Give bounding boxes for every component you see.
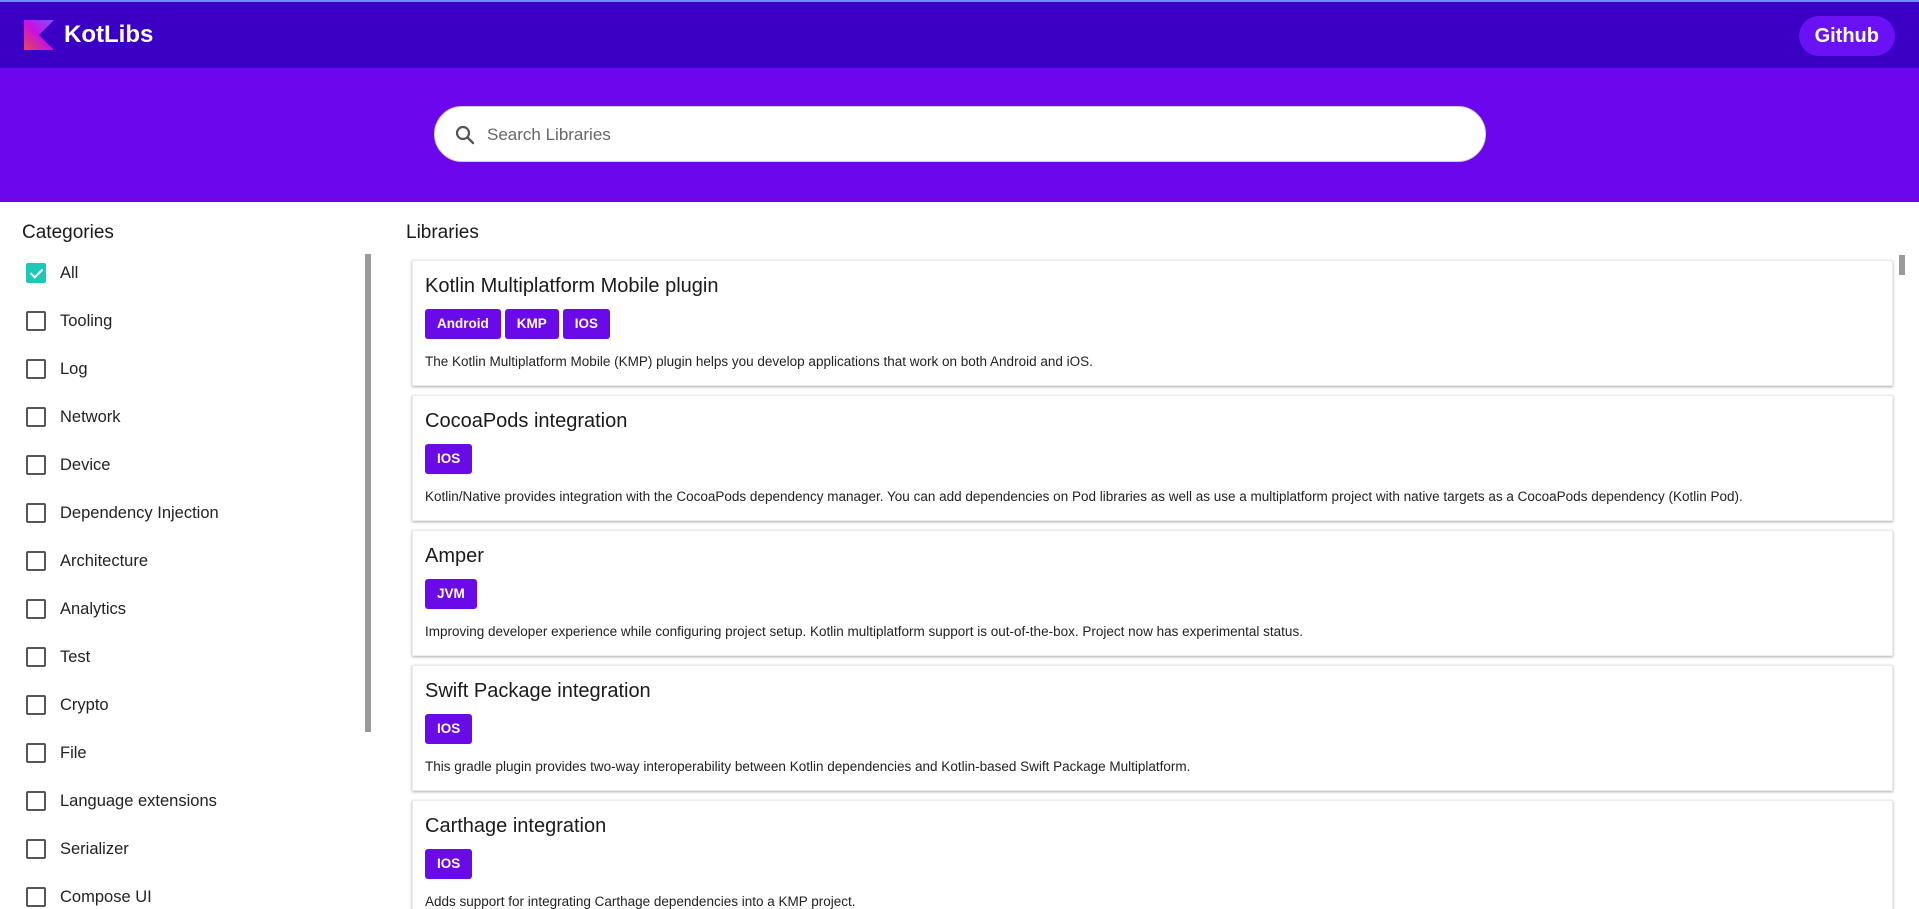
category-checkbox[interactable] xyxy=(26,311,46,331)
library-tags: IOS xyxy=(425,849,473,879)
category-label: Tooling xyxy=(60,312,113,330)
platform-tag: IOS xyxy=(425,444,473,474)
library-description: This gradle plugin provides two-way inte… xyxy=(425,759,1191,774)
libraries-scrollbar[interactable] xyxy=(1899,255,1905,275)
category-checkbox[interactable] xyxy=(26,887,46,907)
category-checkbox[interactable] xyxy=(26,407,46,427)
github-button[interactable]: Github xyxy=(1798,16,1895,56)
category-item-architecture[interactable]: Architecture xyxy=(24,546,344,576)
categories-sidebar: Categories All Tooling Log Network Device Dep… xyxy=(0,202,380,909)
category-label: File xyxy=(60,744,87,762)
categories-scrollbar[interactable] xyxy=(365,254,371,732)
category-item-language-extensions[interactable]: Language extensions xyxy=(24,786,344,816)
platform-tag: IOS xyxy=(425,849,473,879)
search-banner xyxy=(0,68,1919,202)
category-checkbox[interactable] xyxy=(26,647,46,667)
category-item-serializer[interactable]: Serializer xyxy=(24,834,344,864)
category-item-device[interactable]: Device xyxy=(24,450,344,480)
library-description: The Kotlin Multiplatform Mobile (KMP) pl… xyxy=(425,354,1093,369)
categories-heading: Categories xyxy=(22,222,114,243)
platform-tag: Android xyxy=(425,309,501,339)
library-card[interactable]: Amper JVM Improving developer experience w… xyxy=(412,530,1893,656)
platform-tag: IOS xyxy=(425,714,473,744)
category-label: All xyxy=(60,264,79,282)
libraries-list[interactable]: Kotlin Multiplatform Mobile plugin Androi… xyxy=(400,254,1900,909)
category-checkbox[interactable] xyxy=(26,839,46,859)
category-checkbox[interactable] xyxy=(26,503,46,523)
category-checkbox[interactable] xyxy=(26,551,46,571)
category-item-all[interactable]: All xyxy=(24,258,344,288)
library-tags: IOS xyxy=(425,714,473,744)
library-description: Kotlin/Native provides integration with … xyxy=(425,489,1743,504)
category-label: Architecture xyxy=(60,552,149,570)
category-item-log[interactable]: Log xyxy=(24,354,344,384)
category-item-test[interactable]: Test xyxy=(24,642,344,672)
library-title: Kotlin Multiplatform Mobile plugin xyxy=(425,275,719,297)
brand-title[interactable]: KotLibs xyxy=(64,20,153,50)
category-checkbox[interactable] xyxy=(26,791,46,811)
category-checkbox[interactable] xyxy=(26,359,46,379)
library-tags: IOS xyxy=(425,444,473,474)
category-label: Test xyxy=(60,648,91,666)
search-input[interactable] xyxy=(487,115,1467,155)
platform-tag: KMP xyxy=(504,309,559,339)
library-card[interactable]: Carthage integration IOS Adds support for … xyxy=(412,800,1893,909)
library-tags: Android KMP IOS xyxy=(425,309,611,339)
category-checkbox[interactable] xyxy=(26,695,46,715)
category-checkbox[interactable] xyxy=(26,263,46,283)
category-item-compose-ui[interactable]: Compose UI xyxy=(24,882,344,909)
category-item-dependency-injection[interactable]: Dependency Injection xyxy=(24,498,344,528)
libraries-heading: Libraries xyxy=(406,222,479,243)
category-checkbox[interactable] xyxy=(26,743,46,763)
library-title: CocoaPods integration xyxy=(425,410,628,432)
library-description: Adds support for integrating Carthage de… xyxy=(425,894,856,909)
category-item-crypto[interactable]: Crypto xyxy=(24,690,344,720)
category-label: Serializer xyxy=(60,840,129,858)
category-label: Language extensions xyxy=(60,792,217,810)
category-label: Crypto xyxy=(60,696,109,714)
category-item-network[interactable]: Network xyxy=(24,402,344,432)
category-label: Compose UI xyxy=(60,888,152,906)
library-title: Swift Package integration xyxy=(425,680,651,702)
search-icon xyxy=(455,125,475,145)
library-card[interactable]: CocoaPods integration IOS Kotlin/Native pr… xyxy=(412,395,1893,521)
categories-list[interactable]: All Tooling Log Network Device Dependency Inj… xyxy=(0,254,376,909)
library-card[interactable]: Kotlin Multiplatform Mobile plugin Androi… xyxy=(412,260,1893,386)
kotlin-logo-icon xyxy=(24,20,54,50)
platform-tag: JVM xyxy=(425,579,477,609)
library-title: Amper xyxy=(425,545,484,567)
category-label: Analytics xyxy=(60,600,127,618)
category-item-analytics[interactable]: Analytics xyxy=(24,594,344,624)
category-label: Network xyxy=(60,408,121,426)
category-item-tooling[interactable]: Tooling xyxy=(24,306,344,336)
category-checkbox[interactable] xyxy=(26,455,46,475)
category-label: Device xyxy=(60,456,111,474)
category-label: Dependency Injection xyxy=(60,504,219,522)
top-app-bar: KotLibs Github xyxy=(0,0,1919,68)
category-item-file[interactable]: File xyxy=(24,738,344,768)
category-checkbox[interactable] xyxy=(26,599,46,619)
library-description: Improving developer experience while con… xyxy=(425,624,1303,639)
library-title: Carthage integration xyxy=(425,815,607,837)
library-card[interactable]: Swift Package integration IOS This gradle … xyxy=(412,665,1893,791)
platform-tag: IOS xyxy=(562,309,611,339)
search-box[interactable] xyxy=(434,106,1486,162)
libraries-panel: Libraries Kotlin Multiplatform Mobile pl… xyxy=(400,202,1919,909)
category-label: Log xyxy=(60,360,88,378)
library-tags: JVM xyxy=(425,579,477,609)
